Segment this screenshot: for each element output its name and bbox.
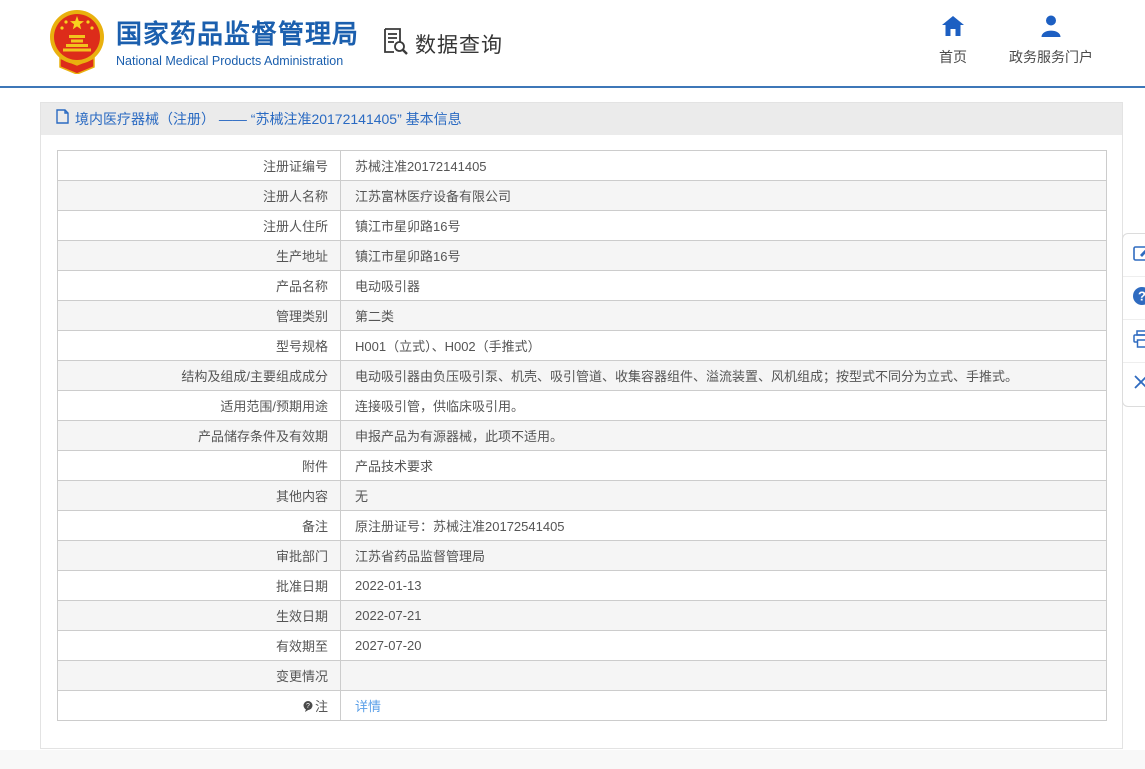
field-value: 电动吸引器由负压吸引泵、机壳、吸引管道、收集容器组件、溢流装置、风机组成；按型式… [340, 360, 1107, 391]
table-row: 生产地址 镇江市星卯路16号 [57, 240, 1107, 271]
data-query-title: 数据查询 [380, 26, 503, 61]
table-row: ? 注 详情 [57, 690, 1107, 721]
page-bottom-strip [0, 750, 1145, 769]
close-button[interactable] [1123, 363, 1145, 406]
brand: 国家药品监督管理局 National Medical Products Admi… [48, 8, 359, 79]
breadcrumb: 境内医疗器械（注册） —— “苏械注准20172141405” 基本信息 [41, 103, 1122, 135]
detail-link[interactable]: 详情 [355, 699, 381, 714]
table-row: 生效日期 2022-07-21 [57, 600, 1107, 631]
nav-portal[interactable]: 政务服务门户 [1009, 15, 1093, 67]
field-label: 注册证编号 [57, 150, 341, 181]
field-value: 2027-07-20 [340, 630, 1107, 661]
table-row: 其他内容 无 [57, 480, 1107, 511]
field-label: 生产地址 [57, 240, 341, 271]
table-row: 型号规格 H001（立式）、H002（手推式） [57, 330, 1107, 361]
field-label: 批准日期 [57, 570, 341, 601]
field-label: 注册人住所 [57, 210, 341, 241]
field-label: 备注 [57, 510, 341, 541]
table-row: 注册人住所 镇江市星卯路16号 [57, 210, 1107, 241]
field-value [340, 660, 1107, 691]
help-button[interactable]: ? [1123, 277, 1145, 320]
home-icon [941, 15, 965, 42]
field-label: ? 注 [57, 690, 341, 721]
content-box: 境内医疗器械（注册） —— “苏械注准20172141405” 基本信息 注册证… [40, 102, 1123, 749]
page: 国家药品监督管理局 National Medical Products Admi… [0, 0, 1145, 769]
table-row: 适用范围/预期用途 连接吸引管，供临床吸引用。 [57, 390, 1107, 421]
note-balloon-icon: ? [303, 700, 313, 715]
table-row: 产品名称 电动吸引器 [57, 270, 1107, 301]
field-value: H001（立式）、H002（手推式） [340, 330, 1107, 361]
field-label: 有效期至 [57, 630, 341, 661]
field-label: 产品名称 [57, 270, 341, 301]
nav-home[interactable]: 首页 [939, 15, 967, 67]
field-value: 第二类 [340, 300, 1107, 331]
page-icon [56, 109, 69, 129]
edit-button[interactable] [1123, 234, 1145, 277]
field-label: 审批部门 [57, 540, 341, 571]
field-label: 结构及组成/主要组成成分 [57, 360, 341, 391]
field-value: 2022-07-21 [340, 600, 1107, 631]
table-row: 附件 产品技术要求 [57, 450, 1107, 481]
brand-text: 国家药品监督管理局 National Medical Products Admi… [116, 19, 359, 67]
field-value: 江苏富林医疗设备有限公司 [340, 180, 1107, 211]
data-query-label: 数据查询 [415, 33, 503, 57]
national-emblem-logo [48, 8, 106, 79]
field-label: 生效日期 [57, 600, 341, 631]
svg-text:?: ? [306, 703, 310, 710]
table-row: 管理类别 第二类 [57, 300, 1107, 331]
field-value: 电动吸引器 [340, 270, 1107, 301]
org-name-en: National Medical Products Administration [116, 53, 344, 68]
table-row: 备注 原注册证号：苏械注准20172541405 [57, 510, 1107, 541]
table-row: 变更情况 [57, 660, 1107, 691]
site-header: 国家药品监督管理局 National Medical Products Admi… [0, 0, 1145, 88]
table-row: 结构及组成/主要组成成分 电动吸引器由负压吸引泵、机壳、吸引管道、收集容器组件、… [57, 360, 1107, 391]
field-label: 其他内容 [57, 480, 341, 511]
table-row: 批准日期 2022-01-13 [57, 570, 1107, 601]
field-label: 型号规格 [57, 330, 341, 361]
field-value: 2022-01-13 [340, 570, 1107, 601]
field-value: 详情 [340, 690, 1107, 721]
close-icon [1132, 373, 1145, 396]
print-button[interactable] [1123, 320, 1145, 363]
svg-text:?: ? [1138, 288, 1145, 303]
field-label: 适用范围/预期用途 [57, 390, 341, 421]
org-name-cn: 国家药品监督管理局 [116, 19, 360, 50]
table-row: 有效期至 2027-07-20 [57, 630, 1107, 661]
breadcrumb-text: 境内医疗器械（注册） —— “苏械注准20172141405” 基本信息 [75, 111, 462, 127]
field-value: 无 [340, 480, 1107, 511]
table-row: 注册证编号 苏械注准20172141405 [57, 150, 1107, 181]
field-label: 产品储存条件及有效期 [57, 420, 341, 451]
field-label: 变更情况 [57, 660, 341, 691]
document-search-icon [380, 26, 410, 61]
registration-info-table: 注册证编号 苏械注准20172141405 注册人名称 江苏富林医疗设备有限公司… [57, 150, 1107, 721]
field-label: 管理类别 [57, 300, 341, 331]
print-icon [1132, 329, 1145, 354]
nav-home-label: 首页 [939, 49, 967, 65]
field-label: 附件 [57, 450, 341, 481]
field-value: 江苏省药品监督管理局 [340, 540, 1107, 571]
table-row: 审批部门 江苏省药品监督管理局 [57, 540, 1107, 571]
nav-portal-label: 政务服务门户 [1009, 49, 1093, 65]
table-row: 注册人名称 江苏富林医疗设备有限公司 [57, 180, 1107, 211]
top-nav: 首页 政务服务门户 [939, 15, 1093, 67]
field-value: 产品技术要求 [340, 450, 1107, 481]
help-icon: ? [1132, 286, 1145, 311]
field-value: 申报产品为有源器械，此项不适用。 [340, 420, 1107, 451]
side-toolbar: ? [1122, 233, 1145, 407]
table-row: 产品储存条件及有效期 申报产品为有源器械，此项不适用。 [57, 420, 1107, 451]
field-label: 注册人名称 [57, 180, 341, 211]
field-value: 镇江市星卯路16号 [340, 210, 1107, 241]
edit-icon [1132, 243, 1145, 268]
field-value: 连接吸引管，供临床吸引用。 [340, 390, 1107, 421]
field-value: 原注册证号：苏械注准20172541405 [340, 510, 1107, 541]
field-value: 苏械注准20172141405 [340, 150, 1107, 181]
field-value: 镇江市星卯路16号 [340, 240, 1107, 271]
user-icon [1039, 15, 1063, 42]
